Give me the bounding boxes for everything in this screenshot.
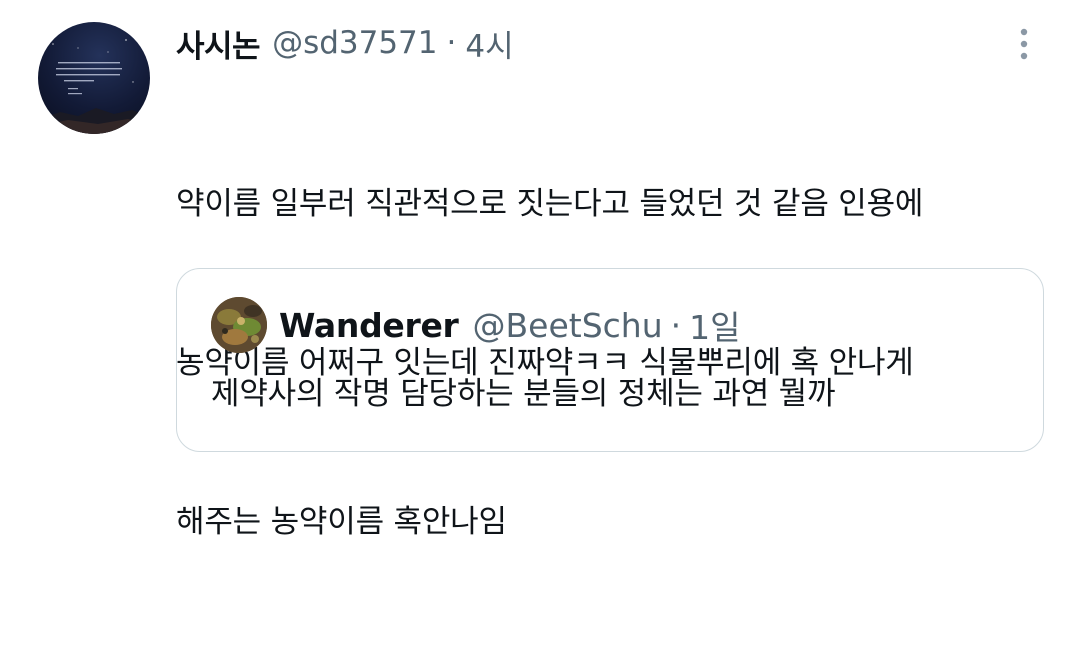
quoted-avatar-food-image: [211, 297, 267, 353]
avatar-night-sky-image: [38, 39, 150, 134]
quoted-avatar: [211, 297, 267, 353]
quoted-display-name[interactable]: Wanderer: [279, 306, 459, 345]
quoted-text: 제약사의 작명 담당하는 분들의 정체는 과연 뭘까: [211, 376, 836, 412]
more-vertical-icon: [1020, 28, 1028, 60]
tweet-text-line: 해주는 농약이름 혹안나임: [176, 504, 507, 540]
avatar[interactable]: [38, 22, 150, 134]
quoted-header: Wanderer @BeetSchu · 1일: [279, 301, 741, 349]
quoted-timestamp[interactable]: 1일: [689, 301, 740, 349]
timestamp[interactable]: 4시: [465, 21, 513, 66]
more-options-button[interactable]: [1004, 24, 1044, 64]
separator-dot: ·: [446, 25, 457, 61]
quoted-user-handle[interactable]: @BeetSchu: [473, 306, 663, 345]
tweet[interactable]: 사시논 @sd37571 · 4시 약이름 일부러 직관적으로 짓는다고 들었던…: [0, 0, 1080, 540]
user-handle[interactable]: @sd37571: [272, 25, 437, 61]
tweet-header: 사시논 @sd37571 · 4시: [176, 21, 514, 66]
display-name[interactable]: 사시논: [176, 21, 261, 66]
quoted-tweet[interactable]: Wanderer @BeetSchu · 1일 제약사의 작명 담당하는 분들의…: [176, 268, 1044, 452]
quoted-separator-dot: ·: [670, 305, 682, 345]
tweet-text-line: 약이름 일부러 직관적으로 짓는다고 들었던 것 같음 인용에: [176, 186, 924, 222]
